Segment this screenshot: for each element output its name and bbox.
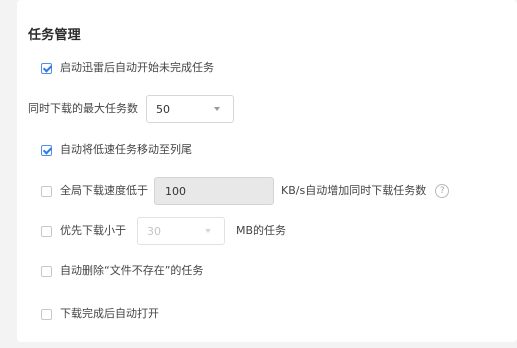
auto-delete-option[interactable]: 自动删除“文件不存在”的任务 [41,264,203,278]
prefer-small-checkbox[interactable] [41,225,52,237]
max-tasks-select[interactable]: 50 [146,95,234,123]
chevron-down-icon [205,229,211,233]
move-slow-option[interactable]: 自动将低速任务移动至列尾 [41,143,192,157]
chevron-down-icon [214,107,220,111]
auto-start-label[interactable]: 启动迅雷后自动开始未完成任务 [60,61,214,75]
max-tasks-value: 50 [156,102,170,116]
auto-open-label[interactable]: 下载完成后自动打开 [60,307,159,321]
prefer-small-setting: 优先下载小于 30 MB的任务 [41,217,286,245]
move-slow-label[interactable]: 自动将低速任务移动至列尾 [60,143,192,157]
max-tasks-setting: 同时下载的最大任务数 50 [28,95,234,123]
global-speed-checkbox[interactable] [41,185,52,197]
auto-delete-checkbox[interactable] [41,265,52,277]
global-speed-suffix: KB/s自动增加同时下载任务数 [281,184,427,197]
auto-start-checkbox[interactable] [41,62,52,74]
prefer-small-suffix: MB的任务 [236,224,287,237]
global-speed-value: 100 [165,184,186,198]
global-speed-setting: 全局下载速度低于 100 KB/s自动增加同时下载任务数 ? [41,177,450,205]
auto-open-checkbox[interactable] [41,308,52,320]
auto-open-option[interactable]: 下载完成后自动打开 [41,307,159,321]
max-tasks-label: 同时下载的最大任务数 [28,102,138,115]
global-speed-input[interactable]: 100 [154,177,274,205]
move-slow-checkbox[interactable] [41,144,52,156]
global-speed-label[interactable]: 全局下载速度低于 [60,184,148,198]
prefer-small-label[interactable]: 优先下载小于 [60,224,126,238]
section-title: 任务管理 [28,28,81,43]
prefer-small-value: 30 [147,224,161,238]
task-management-panel: 任务管理 启动迅雷后自动开始未完成任务 同时下载的最大任务数 50 自动将低速任… [17,0,517,342]
auto-delete-label[interactable]: 自动删除“文件不存在”的任务 [60,264,203,278]
auto-start-option[interactable]: 启动迅雷后自动开始未完成任务 [41,61,214,75]
question-circle-icon[interactable]: ? [435,184,450,198]
prefer-small-select[interactable]: 30 [137,217,225,245]
